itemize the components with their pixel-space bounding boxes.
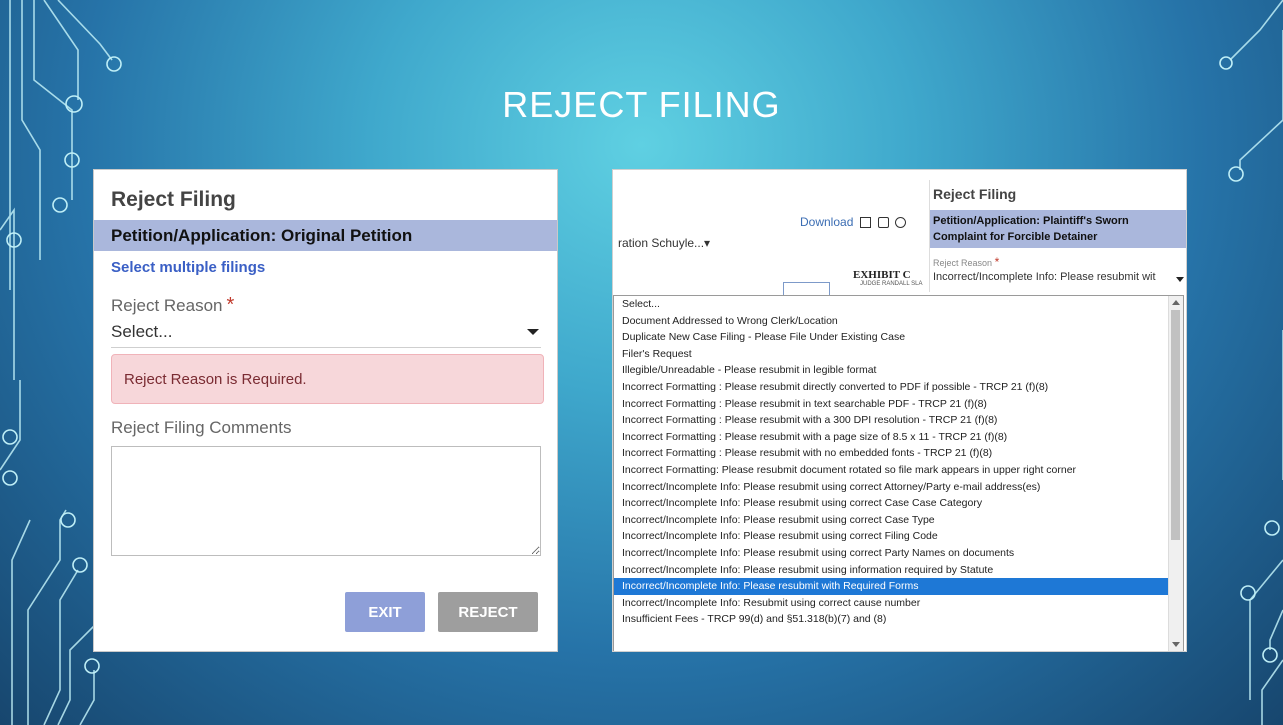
dropdown-option[interactable]: Incorrect/Incomplete Info: Please resubm… xyxy=(614,528,1169,545)
comments-label: Reject Filing Comments xyxy=(111,418,292,437)
exit-button[interactable]: EXIT xyxy=(345,592,425,632)
reject-filing-dialog: Reject Filing Petition/Application: Orig… xyxy=(93,169,558,652)
chevron-down-icon xyxy=(527,329,539,335)
dropdown-option[interactable]: Select... xyxy=(614,296,1169,313)
dialog-title: Reject Filing xyxy=(111,188,236,211)
reject-reason-label: Reject Reason * xyxy=(111,294,234,317)
panel-required-asterisk: * xyxy=(994,255,1000,269)
reject-reason-dropdown-screenshot: Download ration Schuyle...▾ EXHIBIT C JU… xyxy=(612,169,1187,652)
panel-toggle-icon[interactable] xyxy=(860,217,871,228)
dropdown-option[interactable]: Incorrect Formatting : Please resubmit i… xyxy=(614,396,1169,413)
dropdown-option[interactable]: Incorrect Formatting : Please resubmit w… xyxy=(614,445,1169,462)
reject-button[interactable]: REJECT xyxy=(438,592,538,632)
dropdown-option[interactable]: Incorrect/Incomplete Info: Resubmit usin… xyxy=(614,595,1169,612)
panel-filing-header: Petition/Application: Plaintiff's Sworn … xyxy=(930,210,1186,248)
scroll-up-icon[interactable] xyxy=(1172,300,1180,305)
dropdown-options: Select... Document Addressed to Wrong Cle… xyxy=(614,296,1169,628)
dropdown-option[interactable]: Incorrect Formatting : Please resubmit w… xyxy=(614,412,1169,429)
panel-filing-name: Petition/Application: Plaintiff's Sworn … xyxy=(933,215,1129,243)
dropdown-option[interactable]: Duplicate New Case Filing - Please File … xyxy=(614,329,1169,346)
dropdown-option[interactable]: Incorrect/Incomplete Info: Please resubm… xyxy=(614,578,1169,595)
dropdown-option[interactable]: Incorrect Formatting : Please resubmit d… xyxy=(614,379,1169,396)
dropdown-option[interactable]: Incorrect/Incomplete Info: Please resubm… xyxy=(614,495,1169,512)
filing-header: Petition/Application: Original Petition xyxy=(94,220,557,251)
reject-filing-panel: Reject Filing Petition/Application: Plai… xyxy=(929,180,1186,292)
panel-reject-reason-select[interactable]: Incorrect/Incomplete Info: Please resubm… xyxy=(933,271,1183,283)
dropdown-option[interactable]: Incorrect/Incomplete Info: Please resubm… xyxy=(614,545,1169,562)
comment-icon[interactable] xyxy=(878,217,889,228)
panel-title: Reject Filing xyxy=(933,186,1017,202)
dropdown-option[interactable]: Incorrect Formatting: Please resubmit do… xyxy=(614,462,1169,479)
required-asterisk: * xyxy=(226,294,235,316)
dropdown-option[interactable]: Incorrect Formatting : Please resubmit w… xyxy=(614,429,1169,446)
zoom-out-icon[interactable] xyxy=(895,217,906,228)
error-alert: Reject Reason is Required. xyxy=(111,354,544,404)
reject-reason-select[interactable]: Select... xyxy=(111,320,541,348)
dropdown-option[interactable]: Insufficient Fees - TRCP 99(d) and §51.3… xyxy=(614,611,1169,628)
filing-name: Petition/Application: Original Petition xyxy=(111,226,413,245)
scroll-down-icon[interactable] xyxy=(1172,642,1180,647)
reject-reason-label-text: Reject Reason xyxy=(111,296,223,315)
dropdown-option[interactable]: Filer's Request xyxy=(614,346,1169,363)
judge-label: JUDGE RANDALL SLA xyxy=(860,281,923,287)
dropdown-option[interactable]: Incorrect/Incomplete Info: Please resubm… xyxy=(614,512,1169,529)
chevron-down-icon xyxy=(1176,277,1184,282)
panel-reject-reason-label: Reject Reason * xyxy=(933,255,999,269)
dropdown-option[interactable]: Document Addressed to Wrong Clerk/Locati… xyxy=(614,313,1169,330)
panel-reject-reason-label-text: Reject Reason xyxy=(933,258,993,268)
exhibit-label: EXHIBIT C xyxy=(853,269,911,281)
slide-title: REJECT FILING xyxy=(502,84,781,125)
reject-reason-dropdown-list[interactable]: Select... Document Addressed to Wrong Cle… xyxy=(613,295,1184,651)
reject-reason-value: Select... xyxy=(111,322,173,341)
dropdown-scrollbar[interactable] xyxy=(1168,296,1183,651)
dropdown-option[interactable]: Illegible/Unreadable - Please resubmit i… xyxy=(614,362,1169,379)
comments-textarea[interactable] xyxy=(111,446,541,556)
scroll-thumb[interactable] xyxy=(1171,310,1180,540)
dropdown-option[interactable]: Incorrect/Incomplete Info: Please resubm… xyxy=(614,479,1169,496)
document-select[interactable]: ration Schuyle...▾ xyxy=(618,236,710,250)
download-link[interactable]: Download xyxy=(800,215,853,229)
error-message: Reject Reason is Required. xyxy=(124,371,307,388)
dropdown-option[interactable]: Incorrect/Incomplete Info: Please resubm… xyxy=(614,562,1169,579)
select-multiple-filings-link[interactable]: Select multiple filings xyxy=(111,259,265,276)
